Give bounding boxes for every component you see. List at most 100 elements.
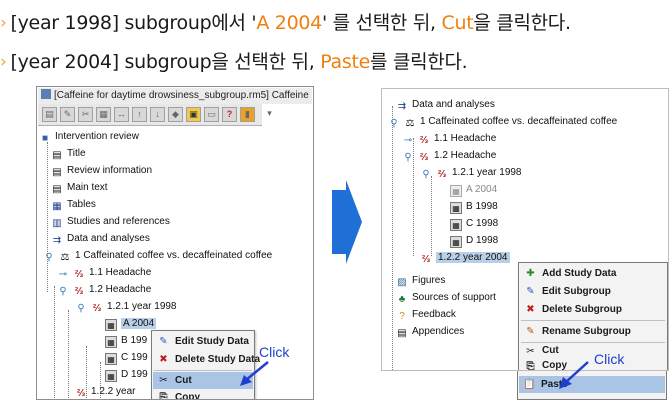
tree-item-feedback[interactable]: ? Feedback [396, 306, 456, 323]
tree-item-title[interactable]: ▤ Title [51, 145, 85, 162]
copy-icon: ⎘ [526, 361, 535, 371]
edit-icon: ✎ [159, 336, 168, 347]
tree-label: Review information [67, 165, 153, 176]
outcome-icon: ⅔ [419, 135, 429, 146]
collapse-toggle-icon[interactable]: ⊸ [402, 135, 414, 147]
tree-label: Intervention review [55, 131, 139, 142]
tree-label-selected: 1.2.2 year 2004 [436, 252, 510, 263]
tree-item-subgroup-1998[interactable]: ⚲ ⅔ 1.2.1 year 1998 [75, 298, 177, 315]
dropdown-icon[interactable]: ▾ [262, 107, 277, 122]
toolbar-button-1-icon[interactable]: ▤ [42, 107, 57, 122]
toolbar-button-3-icon[interactable]: ✂ [78, 107, 93, 122]
tree-item-study-a-2004-cut[interactable]: ▦ A 2004 [450, 181, 497, 198]
menu-item-edit-subgroup[interactable]: ✎ Edit Subgroup [520, 283, 666, 300]
tree-item-sources-of-support[interactable]: ♣ Sources of support [396, 289, 496, 306]
outcome-icon: ⅔ [419, 152, 429, 163]
add-icon: ✚ [526, 268, 535, 279]
tree-label-selected: A 2004 [121, 318, 157, 329]
analyses-icon: ⇉ [397, 101, 407, 112]
tree-label: Figures [412, 275, 446, 286]
tree-label: 1.2 Headache [434, 150, 497, 161]
toolbar-button-7-icon[interactable]: ↓ [150, 107, 165, 122]
toolbar-button-4-icon[interactable]: ▦ [96, 107, 111, 122]
tree-label: C 1998 [466, 218, 499, 229]
bullet-arrow-icon: › [0, 13, 7, 33]
window-title: [Caffeine for daytime drowsiness_subgrou… [54, 90, 309, 101]
tree-item-outcome-1-2[interactable]: ⚲ ⅔ 1.2 Headache [57, 281, 151, 298]
study-data-icon: ▦ [450, 236, 462, 248]
tree-item-data-and-analyses[interactable]: ⇉ Data and analyses [396, 96, 495, 113]
help-icon[interactable]: ? [222, 107, 237, 122]
tree-item-studies-and-references[interactable]: ▥ Studies and references [51, 213, 170, 230]
tree-label: B 199 [121, 335, 148, 346]
expand-toggle-icon[interactable]: ⚲ [420, 169, 432, 181]
menu-item-add-study-data[interactable]: ✚ Add Study Data [520, 265, 666, 282]
toolbar-button-2-icon[interactable]: ✎ [60, 107, 75, 122]
tree-item-tables[interactable]: ▦ Tables [51, 196, 96, 213]
menu-label: Edit Subgroup [542, 286, 611, 297]
subgroup-icon: ⅔ [76, 388, 86, 399]
menu-label: Cut [542, 345, 559, 356]
tree-label: Sources of support [412, 292, 496, 303]
collapse-toggle-icon[interactable]: ⊸ [57, 269, 69, 281]
tree-item-outcome-1-1[interactable]: ⊸ ⅔ 1.1 Headache [402, 130, 496, 147]
tree-item-study-d[interactable]: ▦ D 199 [105, 366, 148, 383]
feedback-icon: ? [399, 311, 405, 322]
outcome-icon: ⅔ [74, 269, 84, 280]
tree-item-review-information[interactable]: ▤ Review information [51, 162, 152, 179]
subgroup-icon: ⅔ [421, 254, 431, 265]
highlight-paste: Paste [320, 51, 370, 73]
menu-item-delete-subgroup[interactable]: ✖ Delete Subgroup [520, 301, 666, 318]
tree-label: B 1998 [466, 201, 498, 212]
tree-item-intervention-review[interactable]: ■ Intervention review [39, 128, 139, 145]
tree-item-subgroup-1998[interactable]: ⚲ ⅔ 1.2.1 year 1998 [420, 164, 521, 181]
tree-label: 1.2.1 year 1998 [107, 301, 177, 312]
tree-item-study-c-1998[interactable]: ▦ C 1998 [450, 215, 498, 232]
tree-item-main-text[interactable]: ▤ Main text [51, 179, 107, 196]
tree-item-data-and-analyses[interactable]: ⇉ Data and analyses [51, 230, 150, 247]
edit-icon: ✎ [526, 286, 535, 297]
toolbar-button-6-icon[interactable]: ↑ [132, 107, 147, 122]
study-data-icon: ▦ [450, 185, 462, 197]
toolbar-button-8-icon[interactable]: ◆ [168, 107, 183, 122]
expand-toggle-icon[interactable]: ⚲ [43, 252, 55, 264]
toolbar-button-9-icon[interactable]: ▣ [186, 107, 201, 122]
tree-item-study-b[interactable]: ▦ B 199 [105, 332, 147, 349]
expand-toggle-icon[interactable]: ⚲ [57, 286, 69, 298]
expand-toggle-icon[interactable]: ⚲ [388, 118, 400, 130]
tree-item-outcome-1-1[interactable]: ⊸ ⅔ 1.1 Headache [57, 264, 151, 281]
tree-item-appendices[interactable]: ▤ Appendices [396, 323, 464, 340]
left-screenshot-panel: [Caffeine for daytime drowsiness_subgrou… [36, 86, 314, 400]
tree-item-outcome-1-2[interactable]: ⚲ ⅔ 1.2 Headache [402, 147, 496, 164]
menu-item-cut[interactable]: ✂ Cut [520, 343, 666, 358]
right-screenshot-panel: ⇉ Data and analyses ⚲ ⚖ 1 Caffeinated coffe… [381, 88, 669, 371]
tree-item-subgroup-2004[interactable]: ⅔ 1.2.2 year [75, 383, 136, 399]
books-icon: ▥ [52, 218, 62, 229]
expand-toggle-icon[interactable]: ⚲ [75, 303, 87, 315]
tree-label: Appendices [412, 326, 465, 337]
instruction-text: ' 를 선택한 뒤, [321, 12, 442, 34]
tree-item-study-a-2004[interactable]: ▦ A 2004 [105, 315, 157, 332]
tree-item-comparison-1[interactable]: ⚲ ⚖ 1 Caffeinated coffee vs. decaffeinated… [388, 113, 617, 130]
book-icon[interactable]: ▮ [240, 107, 255, 122]
menu-item-rename-subgroup[interactable]: ✎ Rename Subgroup [520, 323, 666, 340]
menu-item-copy[interactable]: ⎘ Copy [153, 389, 253, 399]
tree-label: 1 Caffeinated coffee vs. decaffeinated c… [75, 250, 273, 261]
toolbar-button-5-icon[interactable]: ↔ [114, 107, 129, 122]
menu-item-edit-study-data[interactable]: ✎ Edit Study Data [153, 333, 253, 350]
study-data-icon: ▦ [105, 336, 117, 348]
tree-item-comparison-1[interactable]: ⚲ ⚖ 1 Caffeinated coffee vs. decaffeinated… [43, 247, 272, 264]
tree-label: Feedback [412, 309, 456, 320]
tree-item-study-c[interactable]: ▦ C 199 [105, 349, 148, 366]
menu-label: Delete Subgroup [542, 304, 623, 315]
expand-toggle-icon[interactable]: ⚲ [402, 152, 414, 164]
tree-item-study-b-1998[interactable]: ▦ B 1998 [450, 198, 498, 215]
tree-item-subgroup-2004[interactable]: ⅔ 1.2.2 year 2004 [420, 249, 510, 266]
tree-item-figures[interactable]: ▨ Figures [396, 272, 445, 289]
appendix-icon: ▤ [397, 328, 407, 339]
tree-item-study-d-1998[interactable]: ▦ D 1998 [450, 232, 498, 249]
cut-icon: ✂ [159, 375, 168, 386]
print-icon[interactable]: ▭ [204, 107, 219, 122]
tree-label: D 1998 [466, 235, 499, 246]
title-icon: ▤ [52, 150, 62, 161]
